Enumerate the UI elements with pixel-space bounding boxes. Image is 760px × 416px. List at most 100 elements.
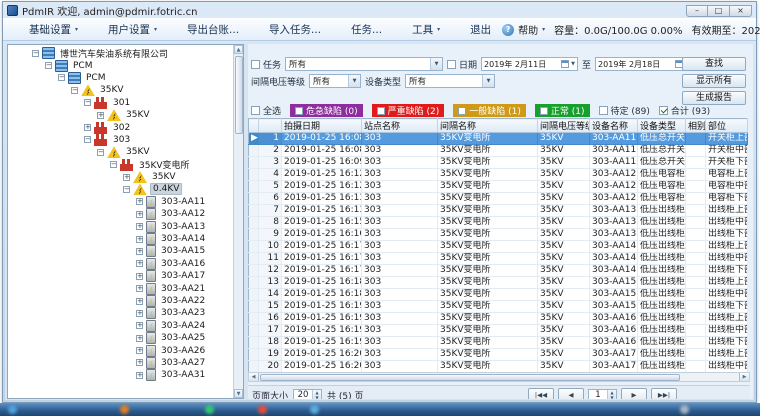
table-row[interactable]: 8 2019-01-25 16:15:59 303 35KV变电所 35KV 3… [249, 217, 748, 229]
tree-node[interactable]: 303-AA25 [136, 332, 233, 344]
tree-node[interactable]: 博世汽车柴油系统有限公司 [32, 47, 233, 59]
total-checkbox[interactable]: 合计 (93) [659, 104, 710, 117]
scroll-up-icon[interactable]: ▲ [234, 45, 243, 54]
tree-expander-icon[interactable] [136, 285, 143, 292]
table-row[interactable]: 14 2019-01-25 16:18:58 303 35KV变电所 35KV … [249, 289, 748, 301]
scrollbar-track[interactable] [681, 373, 739, 381]
tree-scrollbar[interactable]: ▲ ▼ [233, 45, 243, 398]
tree-expander-icon[interactable] [136, 248, 143, 255]
tree-expander-icon[interactable] [136, 298, 143, 305]
date-to-input[interactable]: 2019年 2月18日 ▼ [595, 57, 692, 71]
table-row[interactable]: 12 2019-01-25 16:17:58 303 35KV变电所 35KV … [249, 265, 748, 277]
grid-horizontal-scrollbar[interactable]: ◀ ▶ [248, 372, 750, 382]
table-row[interactable]: 15 2019-01-25 16:19:12 303 35KV变电所 35KV … [249, 301, 748, 313]
taskbar-app-icon[interactable] [120, 405, 129, 414]
taskbar-app-icon[interactable] [258, 405, 267, 414]
show-all-button[interactable]: 显示所有 [682, 74, 746, 88]
tree-node[interactable]: 35KV [97, 109, 233, 121]
column-header[interactable]: 相别 [686, 119, 706, 133]
tree-node[interactable]: 303 [84, 134, 233, 146]
tree-node[interactable]: 303-AA27 [136, 357, 233, 369]
tree-expander-icon[interactable] [123, 186, 130, 193]
table-row[interactable]: 20 2019-01-25 16:20:34 303 35KV变电所 35KV … [249, 361, 748, 373]
tree-node[interactable]: 35KV变电所 [110, 159, 233, 171]
column-header[interactable]: 间隔电压等级 [538, 119, 590, 133]
table-row[interactable]: 16 2019-01-25 16:19:27 303 35KV变电所 35KV … [249, 313, 748, 325]
tree-expander-icon[interactable] [84, 124, 91, 131]
tree-node[interactable]: 303-AA23 [136, 307, 233, 319]
spinner-icon[interactable]: ▲▼ [312, 390, 321, 400]
tree-node[interactable]: 303-AA24 [136, 320, 233, 332]
defect-filter-badge[interactable]: 正常 (1) [535, 104, 590, 117]
maximize-button[interactable]: □ [708, 5, 730, 17]
tree-expander-icon[interactable] [97, 112, 104, 119]
tree-node[interactable]: 0.4KV [123, 183, 233, 195]
select-all-checkbox[interactable]: 全选 [251, 104, 281, 117]
last-page-button[interactable]: ▶▶| [651, 388, 677, 400]
page-number-input[interactable]: 1 ▲▼ [588, 389, 617, 400]
minimize-button[interactable]: – [686, 5, 708, 17]
tree-expander-icon[interactable] [97, 149, 104, 156]
tree-expander-icon[interactable] [136, 211, 143, 218]
tree-node[interactable]: 303-AA13 [136, 220, 233, 232]
generate-report-button[interactable]: 生成报告 [682, 91, 746, 105]
task-select[interactable]: 所有 ▼ [285, 57, 443, 71]
tree-node[interactable]: 303-AA16 [136, 258, 233, 270]
help-button[interactable]: ? 帮助 ▾ [502, 22, 545, 37]
taskbar-app-icon[interactable] [205, 405, 214, 414]
column-header[interactable]: 设备类型 [638, 119, 686, 133]
defect-filter-badge[interactable]: 严重缺陷 (2) [372, 104, 445, 117]
tree-node[interactable]: 301 [84, 97, 233, 109]
next-page-button[interactable]: ▶ [621, 388, 647, 400]
tree-node[interactable]: 302 [84, 121, 233, 133]
tree-node[interactable]: 303-AA11 [136, 196, 233, 208]
table-row[interactable]: 6 2019-01-25 16:13:00 303 35KV变电所 35KV 3… [249, 193, 748, 205]
tree-expander-icon[interactable] [136, 198, 143, 205]
tree-expander-icon[interactable] [136, 223, 143, 230]
search-button[interactable]: 查找 [682, 57, 746, 71]
tree-node[interactable]: 303-AA12 [136, 208, 233, 220]
table-row[interactable]: 9 2019-01-25 16:16:25 303 35KV变电所 35KV 3… [249, 229, 748, 241]
toolbar-button[interactable]: 导出台账... [169, 22, 239, 37]
devtype-select[interactable]: 所有 ▼ [405, 74, 495, 88]
scroll-down-icon[interactable]: ▼ [234, 389, 243, 398]
tree-node[interactable]: 303-AA17 [136, 270, 233, 282]
table-row[interactable]: ▶ 1 2019-01-25 16:08:28 303 35KV变电所 35KV… [249, 133, 748, 145]
table-row[interactable]: 10 2019-01-25 16:17:25 303 35KV变电所 35KV … [249, 241, 748, 253]
taskbar-app-icon[interactable] [680, 405, 689, 414]
prev-page-button[interactable]: ◀ [558, 388, 584, 400]
scrollbar-thumb[interactable] [260, 374, 680, 381]
windows-taskbar[interactable] [0, 403, 760, 416]
close-button[interactable]: × [730, 5, 752, 17]
column-header[interactable]: 拍摄日期 [282, 119, 362, 133]
table-row[interactable]: 17 2019-01-25 16:19:40 303 35KV变电所 35KV … [249, 325, 748, 337]
table-row[interactable]: 5 2019-01-25 16:12:47 303 35KV变电所 35KV 3… [249, 181, 748, 193]
tree-expander-icon[interactable] [84, 99, 91, 106]
tree-expander-icon[interactable] [84, 136, 91, 143]
tree-node[interactable]: 35KV [123, 171, 233, 183]
table-row[interactable]: 7 2019-01-25 16:13:54 303 35KV变电所 35KV 3… [249, 205, 748, 217]
tree-node[interactable]: 35KV [97, 146, 233, 158]
table-row[interactable]: 2 2019-01-25 16:08:59 303 35KV变电所 35KV 3… [249, 145, 748, 157]
defect-filter-badge[interactable]: 危急缺陷 (0) [290, 104, 363, 117]
toolbar-button[interactable]: 退出 [452, 22, 491, 37]
tree-expander-icon[interactable] [123, 174, 130, 181]
table-row[interactable]: 19 2019-01-25 16:20:11 303 35KV变电所 35KV … [249, 349, 748, 361]
tree-expander-icon[interactable] [136, 273, 143, 280]
scroll-right-icon[interactable]: ▶ [739, 373, 749, 381]
tree-node[interactable]: 303-AA21 [136, 282, 233, 294]
tree-node[interactable]: 303-AA26 [136, 344, 233, 356]
defect-filter-badge[interactable]: 一般缺陷 (1) [453, 104, 526, 117]
date-from-input[interactable]: 2019年 2月11日 ▼ [481, 57, 578, 71]
page-size-input[interactable]: 20 ▲▼ [293, 389, 322, 400]
table-row[interactable]: 13 2019-01-25 16:18:34 303 35KV变电所 35KV … [249, 277, 748, 289]
voltage-select[interactable]: 所有 ▼ [309, 74, 361, 88]
date-filter-checkbox[interactable]: 日期 [447, 58, 477, 71]
tree-expander-icon[interactable] [136, 359, 143, 366]
tree-expander-icon[interactable] [136, 372, 143, 379]
first-page-button[interactable]: |◀◀ [528, 388, 554, 400]
tree-expander-icon[interactable] [58, 74, 65, 81]
spinner-icon[interactable]: ▲▼ [607, 390, 616, 400]
column-header[interactable]: 站点名称 [362, 119, 438, 133]
tree-expander-icon[interactable] [136, 347, 143, 354]
